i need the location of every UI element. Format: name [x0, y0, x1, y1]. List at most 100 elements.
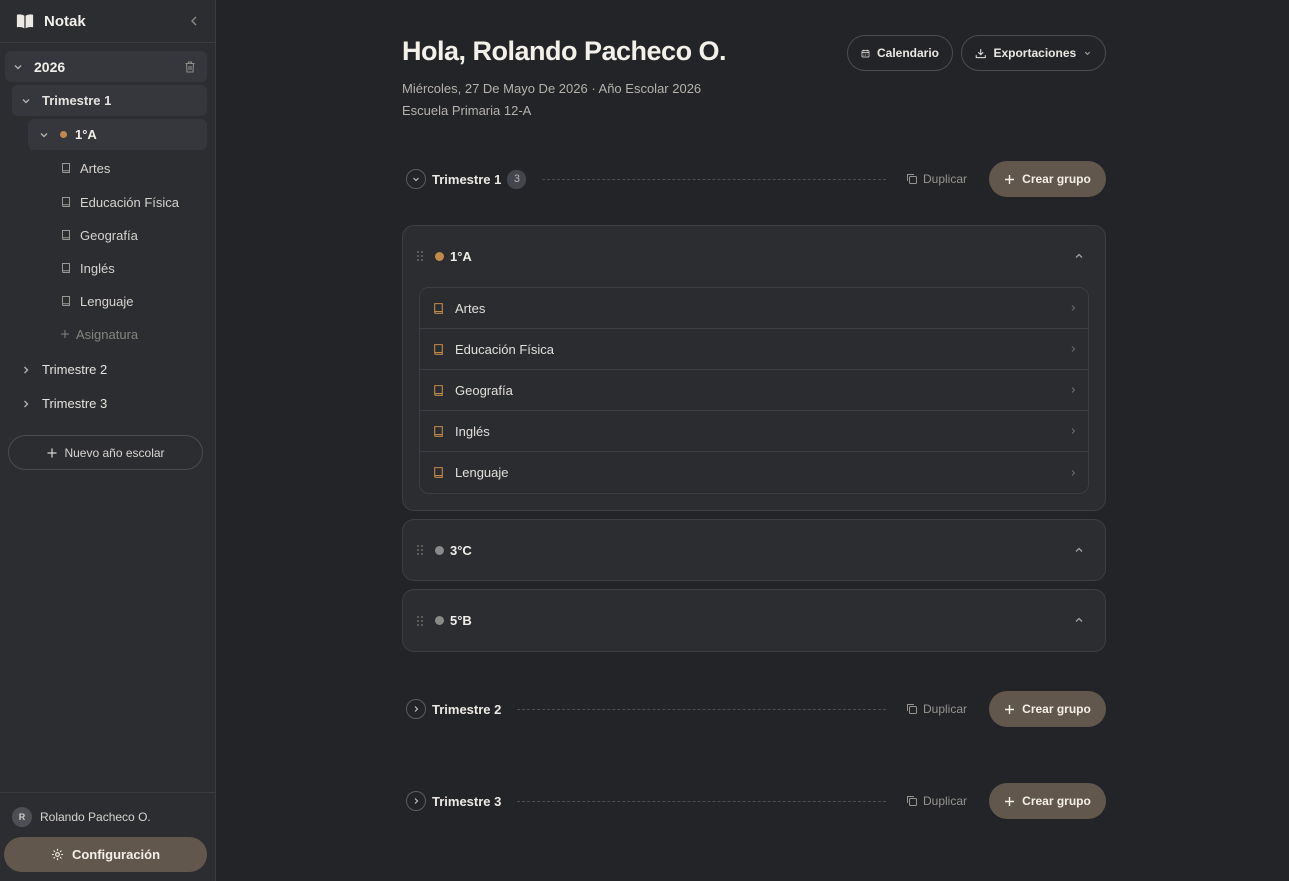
duplicate-button[interactable]: Duplicar — [906, 172, 967, 186]
plus-icon — [47, 448, 57, 457]
chevron-right-icon — [1071, 428, 1076, 434]
group-card-1a: 1°A Artes Educación Física Geografía Ing… — [402, 225, 1106, 511]
copy-icon — [906, 796, 917, 806]
group-color-dot — [435, 616, 444, 625]
tree-subject-label: Geografía — [80, 227, 138, 243]
book-icon — [434, 384, 443, 396]
plus-icon — [1005, 704, 1015, 714]
tree-year-label: 2026 — [34, 58, 66, 75]
tree-subject-label: Inglés — [80, 260, 115, 276]
group-header[interactable]: 5°B — [403, 590, 1105, 651]
term-3-toggle[interactable] — [406, 791, 426, 811]
tree-year-2026[interactable]: 2026 — [5, 51, 207, 82]
user-name: Rolando Pacheco O. — [40, 810, 151, 824]
tree-group-1a[interactable]: 1°A — [28, 119, 207, 150]
create-group-label: Crear grupo — [1022, 172, 1091, 186]
duplicate-label: Duplicar — [922, 702, 967, 716]
group-name: 5°B — [450, 613, 472, 628]
chevron-right-icon — [1071, 305, 1076, 311]
tree-term-1[interactable]: Trimestre 1 — [12, 85, 207, 116]
term-2-header: Trimestre 2 Duplicar Crear grupo — [406, 691, 1106, 727]
group-count-badge: 3 — [507, 169, 527, 189]
plus-icon — [1005, 174, 1015, 184]
chevron-left-icon[interactable] — [187, 14, 201, 28]
group-header[interactable]: 3°C — [403, 520, 1105, 580]
tree-subject-label: Educación Física — [80, 194, 179, 210]
chevron-down-icon — [14, 64, 22, 69]
group-card-5b: 5°B — [402, 589, 1106, 652]
copy-icon — [906, 174, 917, 184]
tree-subject-geografia[interactable]: Geografía — [60, 220, 207, 250]
new-school-year-button[interactable]: Nuevo año escolar — [8, 435, 203, 470]
drag-handle-icon[interactable] — [416, 544, 424, 556]
avatar: R — [12, 807, 32, 827]
add-subject-label: Asignatura — [76, 326, 139, 342]
settings-button[interactable]: Configuración — [4, 837, 207, 872]
download-icon — [975, 48, 986, 58]
subject-name: Geografía — [455, 382, 513, 398]
subject-row-geografia[interactable]: Geografía — [420, 370, 1088, 411]
duplicate-button[interactable]: Duplicar — [906, 794, 967, 808]
term-1-header: Trimestre 1 3 Duplicar Crear grupo — [406, 161, 1106, 197]
tree-subject-lenguaje[interactable]: Lenguaje — [60, 286, 207, 316]
tree-subject-educacion-fisica[interactable]: Educación Física — [60, 187, 207, 217]
chevron-up-icon[interactable] — [1073, 614, 1085, 626]
tree-subject-artes[interactable]: Artes — [60, 153, 207, 183]
duplicate-label: Duplicar — [922, 794, 967, 808]
calendar-label: Calendario — [876, 46, 939, 60]
copy-icon — [906, 704, 917, 714]
drag-handle-icon[interactable] — [416, 250, 424, 262]
book-icon — [62, 197, 70, 207]
chevron-up-icon[interactable] — [1073, 250, 1085, 262]
book-icon — [434, 343, 443, 355]
tree-term-label: Trimestre 1 — [42, 93, 112, 108]
subject-row-artes[interactable]: Artes — [420, 288, 1088, 329]
subject-row-lenguaje[interactable]: Lenguaje — [420, 452, 1088, 493]
date-line: Miércoles, 27 De Mayo De 2026 · Año Esco… — [402, 81, 702, 96]
duplicate-button[interactable]: Duplicar — [906, 702, 967, 716]
tree-term-2[interactable]: Trimestre 2 — [12, 354, 207, 385]
tree-term-label: Trimestre 2 — [42, 362, 108, 377]
term-1-toggle[interactable] — [406, 169, 426, 189]
chevron-right-icon — [1071, 346, 1076, 352]
book-icon — [434, 302, 443, 314]
chevron-down-icon — [413, 177, 419, 182]
create-group-button[interactable]: Crear grupo — [989, 691, 1106, 727]
create-group-label: Crear grupo — [1022, 702, 1091, 716]
chevron-right-icon — [414, 706, 419, 712]
gear-icon — [51, 848, 64, 861]
book-icon — [434, 425, 443, 437]
chevron-up-icon[interactable] — [1073, 544, 1085, 556]
group-color-dot — [435, 545, 444, 555]
page-title: Hola, Rolando Pacheco O. — [402, 36, 727, 66]
subject-row-educacion-fisica[interactable]: Educación Física — [420, 329, 1088, 370]
subject-row-ingles[interactable]: Inglés — [420, 411, 1088, 452]
subject-name: Lenguaje — [455, 465, 509, 480]
tree-subject-ingles[interactable]: Inglés — [60, 253, 207, 283]
calendar-button[interactable]: Calendario — [847, 35, 953, 71]
tree-term-3[interactable]: Trimestre 3 — [12, 388, 207, 419]
create-group-button[interactable]: Crear grupo — [989, 783, 1106, 819]
chevron-right-icon — [24, 400, 29, 407]
divider — [517, 708, 886, 710]
user-profile[interactable]: R Rolando Pacheco O. — [12, 807, 151, 827]
plus-icon — [1005, 796, 1015, 806]
term-title: Trimestre 3 — [432, 793, 502, 809]
group-header[interactable]: 1°A — [403, 226, 1105, 286]
term-title: Trimestre 2 — [432, 701, 502, 717]
exports-dropdown[interactable]: Exportaciones — [961, 35, 1106, 71]
drag-handle-icon[interactable] — [416, 615, 424, 627]
exports-label: Exportaciones — [993, 46, 1077, 60]
group-name: 3°C — [450, 542, 472, 558]
subject-name: Educación Física — [455, 341, 554, 357]
app-name: Notak — [44, 12, 86, 30]
add-subject-button[interactable]: Asignatura — [60, 320, 138, 348]
settings-label: Configuración — [71, 847, 161, 862]
term-3-header: Trimestre 3 Duplicar Crear grupo — [406, 783, 1106, 819]
main-content: Hola, Rolando Pacheco O. Miércoles, 27 D… — [216, 0, 1289, 881]
tree-subject-label: Artes — [80, 160, 111, 176]
term-2-toggle[interactable] — [406, 699, 426, 719]
divider — [517, 800, 886, 802]
create-group-button[interactable]: Crear grupo — [989, 161, 1106, 197]
trash-icon[interactable] — [183, 60, 197, 74]
